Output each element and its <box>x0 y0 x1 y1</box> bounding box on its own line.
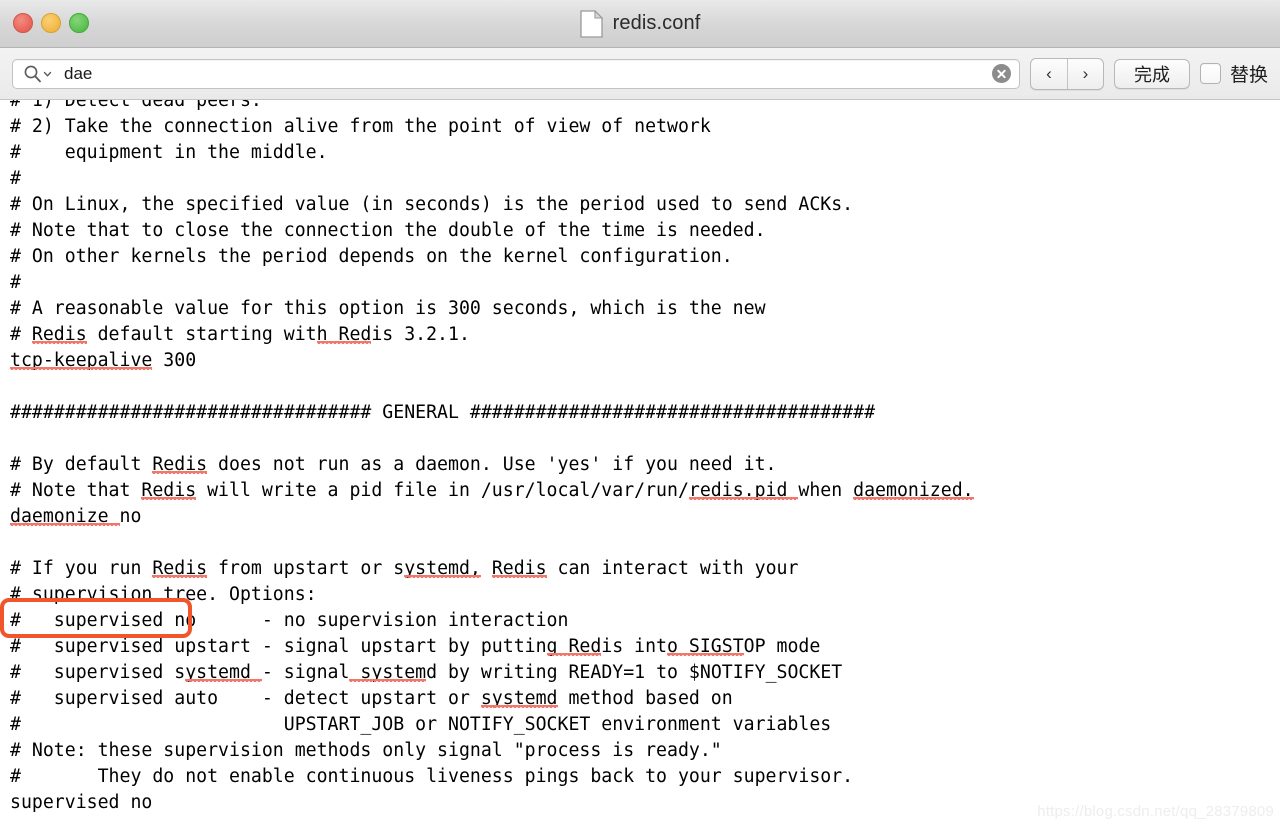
code-line: # supervised systemd - signal systemd by… <box>10 662 843 683</box>
misspelled-word: redis.pid <box>688 480 799 501</box>
config-file-text[interactable]: # 1) Detect dead peers. # 2) Take the con… <box>10 100 974 816</box>
code-line: # supervised auto - detect upstart or sy… <box>10 688 733 709</box>
window-titlebar: redis.conf <box>0 0 1280 48</box>
replace-checkbox[interactable] <box>1199 63 1221 84</box>
misspelled-word: ystemd, <box>404 558 481 579</box>
code-line: ################################# GENERA… <box>10 402 876 423</box>
misspelled-word: system <box>349 662 427 683</box>
watermark: https://blog.csdn.net/qq_28379809 <box>1037 803 1274 820</box>
code-line: # Note that Redis will write a pid file … <box>10 480 974 501</box>
code-line: # If you run Redis from upstart or syste… <box>10 558 799 579</box>
code-line: # They do not enable continuous liveness… <box>10 766 854 787</box>
text-editor-window: redis.conf dae ‹ › 完成 替换 # 1) Detect dea… <box>0 0 1280 824</box>
chevron-down-icon <box>43 71 52 77</box>
code-line: # <box>10 168 21 189</box>
misspelled-word: ystemd <box>185 662 262 683</box>
misspelled-word: daemonize <box>10 506 120 527</box>
window-controls <box>13 13 89 33</box>
code-line: # A reasonable value for this option is … <box>10 298 766 319</box>
misspelled-word: Redis <box>31 324 87 345</box>
minimize-button[interactable] <box>41 13 61 33</box>
misspelled-word: Redis <box>152 454 208 475</box>
misspelled-word: systemd <box>480 688 558 709</box>
misspelled-word: Redis <box>152 558 208 579</box>
code-line: # By default Redis does not run as a dae… <box>10 454 777 475</box>
code-line: # Note: these supervision methods only s… <box>10 740 722 761</box>
done-button[interactable]: 完成 <box>1113 58 1190 89</box>
find-toolbar: dae ‹ › 完成 替换 <box>0 48 1280 100</box>
code-line: # supervised no - no supervision interac… <box>10 610 569 631</box>
code-line: daemonize no <box>10 506 142 527</box>
code-line: # Redis default starting with Redis 3.2.… <box>10 324 470 345</box>
code-line: # 1) Detect dead peers. <box>10 100 262 111</box>
misspelled-word: o SIGST <box>667 636 744 657</box>
code-line: supervised no <box>10 792 153 813</box>
search-field[interactable]: dae <box>12 58 1020 89</box>
magnifier-icon[interactable] <box>23 64 52 83</box>
document-icon <box>579 9 603 38</box>
find-navigation-segmented: ‹ › <box>1029 57 1104 90</box>
window-title-group: redis.conf <box>0 0 1280 47</box>
misspelled-word: tcp-keepalive <box>10 350 153 371</box>
search-input[interactable]: dae <box>64 65 992 82</box>
code-line: # supervision tree. Options: <box>10 584 317 605</box>
misspelled-word: h Red <box>316 324 372 345</box>
code-line: # 2) Take the connection alive from the … <box>10 116 711 137</box>
code-line: # equipment in the middle. <box>10 142 328 163</box>
misspelled-word: Redis <box>141 480 197 501</box>
replace-toggle-group: 替换 <box>1199 60 1268 87</box>
close-button[interactable] <box>13 13 33 33</box>
code-line: # On Linux, the specified value (in seco… <box>10 194 854 215</box>
code-line: # <box>10 272 21 293</box>
clear-search-icon[interactable] <box>991 64 1011 83</box>
find-next-button[interactable]: › <box>1066 58 1103 89</box>
window-title: redis.conf <box>612 12 701 34</box>
code-line: # On other kernels the period depends on… <box>10 246 733 267</box>
misspelled-word: Redis <box>491 558 547 579</box>
misspelled-word: g Red <box>546 636 602 657</box>
code-line: # supervised upstart - signal upstart by… <box>10 636 821 657</box>
code-line: # UPSTART_JOB or NOTIFY_SOCKET environme… <box>10 714 832 735</box>
misspelled-word: daemonized. <box>853 480 974 501</box>
code-line: tcp-keepalive 300 <box>10 350 197 371</box>
zoom-button[interactable] <box>69 13 89 33</box>
replace-label: 替换 <box>1229 65 1268 86</box>
code-line: # Note that to close the connection the … <box>10 220 766 241</box>
find-previous-button[interactable]: ‹ <box>1031 59 1067 89</box>
text-editor-area[interactable]: # 1) Detect dead peers. # 2) Take the con… <box>0 100 1280 824</box>
